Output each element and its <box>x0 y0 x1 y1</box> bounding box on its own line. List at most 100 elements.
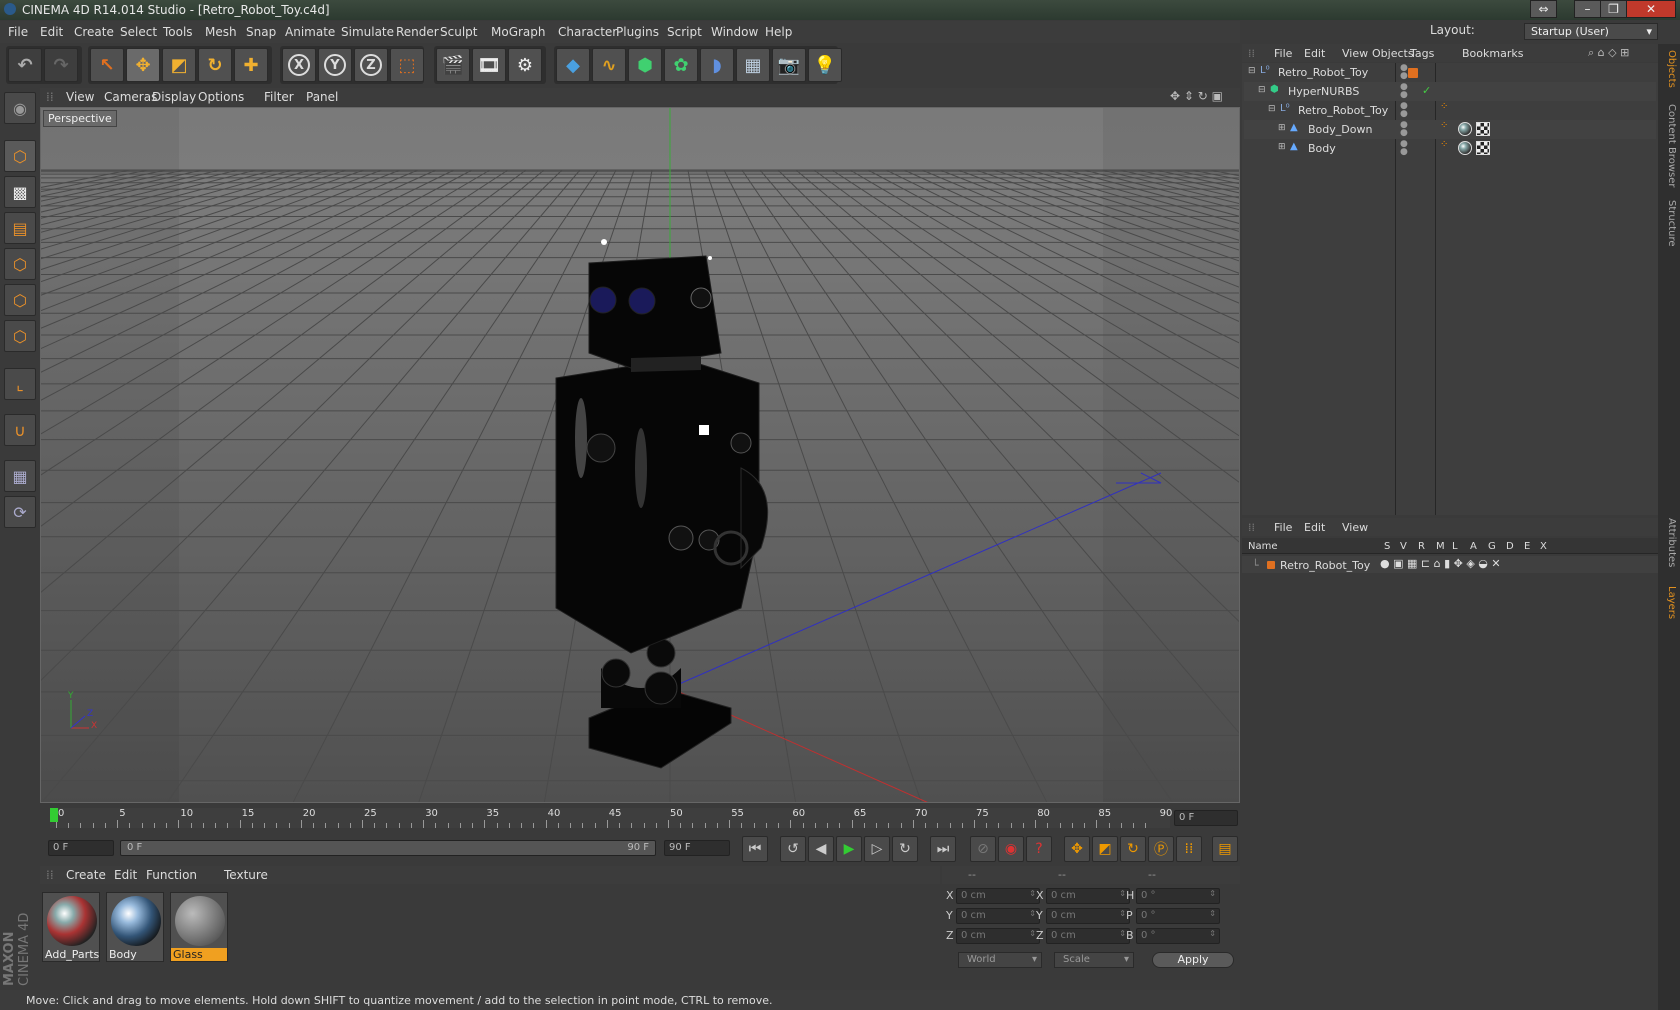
coord-field[interactable]: 0 cm ⇕ <box>1046 908 1130 924</box>
object-menu-objects[interactable]: Objects <box>1372 47 1414 60</box>
menu-snap[interactable]: Snap <box>246 25 276 39</box>
viewport-nav-icons[interactable]: ✥ ⇕ ↻ ▣ <box>1170 89 1223 103</box>
redo-icon[interactable]: ↷ <box>44 48 78 82</box>
layer-menu-edit[interactable]: Edit <box>1304 521 1325 534</box>
texture-tag-icon[interactable] <box>1476 141 1490 155</box>
object-row[interactable]: ⊟ L⁰ Retro_Robot_Toy ● ● ⁘ <box>1244 101 1656 120</box>
coord-field[interactable]: 0 cm ⇕ <box>1046 888 1130 904</box>
cube-icon[interactable]: ◆ <box>556 48 590 82</box>
layer-column-header[interactable]: G <box>1488 541 1496 552</box>
object-row[interactable]: ⊟ L⁰ Retro_Robot_Toy ● ● <box>1244 63 1656 82</box>
texture-tag-icon[interactable] <box>1476 122 1490 136</box>
edges-mode-icon[interactable]: ⬡ <box>4 284 36 316</box>
coord-field[interactable]: 0 ° ⇕ <box>1136 908 1220 924</box>
timeline-window-icon[interactable]: ▤ <box>1212 836 1238 862</box>
menu-mesh[interactable]: Mesh <box>205 25 237 39</box>
stepper-icon[interactable]: ⇕ <box>1029 909 1036 918</box>
material-menu-texture[interactable]: Texture <box>224 868 268 882</box>
viewport-menu-cameras[interactable]: Cameras <box>104 90 157 104</box>
layer-column-header[interactable]: V <box>1400 541 1407 552</box>
viewport-menu-filter[interactable]: Filter <box>264 90 294 104</box>
layer-column-header[interactable]: E <box>1524 541 1530 552</box>
axis-mode-icon[interactable]: ⌞ <box>4 368 36 400</box>
play-icon[interactable]: ▶ <box>836 836 862 862</box>
stepper-icon[interactable]: ⇕ <box>1029 929 1036 938</box>
quantize-icon[interactable]: ⟳ <box>4 496 36 528</box>
layout-select[interactable]: Startup (User) ▾ <box>1524 23 1658 40</box>
restore-button[interactable]: ❐ <box>1600 0 1627 18</box>
object-menu-view[interactable]: View <box>1342 47 1368 60</box>
stepper-icon[interactable]: ⇕ <box>1119 929 1126 938</box>
previous-frame-icon[interactable]: ◀ <box>808 836 834 862</box>
scale-select[interactable]: Scale ▾ <box>1054 952 1134 968</box>
key-rotation-icon[interactable]: ↻ <box>1120 836 1146 862</box>
render-view-icon[interactable]: 🎬 <box>436 48 470 82</box>
model-mode-icon[interactable]: ⬡ <box>4 140 36 172</box>
stepper-icon[interactable]: ⇕ <box>1209 929 1216 938</box>
deformer-icon[interactable]: ◗ <box>700 48 734 82</box>
tab-structure[interactable]: Structure <box>1661 200 1677 247</box>
menu-help[interactable]: Help <box>765 25 792 39</box>
menu-script[interactable]: Script <box>667 25 702 39</box>
object-row[interactable]: ⊞ ▲ Body ● ● ⁘ <box>1244 139 1656 158</box>
menu-window[interactable]: Window <box>711 25 758 39</box>
expand-icon[interactable]: ⊞ <box>1278 123 1286 133</box>
snap-magnet-icon[interactable]: ∪ <box>4 414 36 446</box>
close-button[interactable]: ✕ <box>1626 0 1676 18</box>
material-menu-edit[interactable]: Edit <box>114 868 137 882</box>
add-tool-icon[interactable]: ✚ <box>234 48 268 82</box>
coord-field[interactable]: 0 ° ⇕ <box>1136 928 1220 944</box>
coord-field[interactable]: 0 cm ⇕ <box>1046 928 1130 944</box>
start-frame-field[interactable]: 0 F <box>48 840 114 856</box>
move-tool-icon[interactable]: ✥ <box>126 48 160 82</box>
expand-icon[interactable]: ⊟ <box>1258 85 1266 95</box>
menu-select[interactable]: Select <box>120 25 157 39</box>
layer-column-header[interactable]: D <box>1506 541 1514 552</box>
select-tool-icon[interactable]: ↖ <box>90 48 124 82</box>
layer-flag-icons[interactable]: ● ▣ ▦ ⊏ ⌂ ▮ ✥ ◈ ◒ ✕ <box>1380 557 1501 570</box>
camera-icon[interactable]: 📷 <box>772 48 806 82</box>
key-scale-icon[interactable]: ◩ <box>1092 836 1118 862</box>
x-axis-button[interactable]: X <box>282 48 316 82</box>
timeline-ruler[interactable]: 0 5 10 15 20 25 30 35 40 45 50 55 60 65 70 75 80 85 90 <box>50 808 1172 828</box>
layer-column-header[interactable]: R <box>1418 541 1425 552</box>
playhead[interactable] <box>50 808 58 822</box>
material-swatch[interactable]: Glass <box>170 892 228 962</box>
visibility-dots-icon[interactable]: ● ● <box>1400 83 1408 100</box>
menu-file[interactable]: File <box>8 25 28 39</box>
menu-sculpt[interactable]: Sculpt <box>440 25 477 39</box>
material-swatch[interactable]: Add_Parts <box>42 892 100 962</box>
object-row[interactable]: ⊞ ▲ Body_Down ● ● ⁘ <box>1244 120 1656 139</box>
key-position-icon[interactable]: ✥ <box>1064 836 1090 862</box>
spline-pen-icon[interactable]: ∿ <box>592 48 626 82</box>
stepper-icon[interactable]: ⇕ <box>1119 909 1126 918</box>
stepper-icon[interactable]: ⇕ <box>1029 889 1036 898</box>
previous-key-icon[interactable]: ↺ <box>780 836 806 862</box>
menu-simulate[interactable]: Simulate <box>341 25 394 39</box>
viewport[interactable]: Y X Z Perspective <box>40 107 1240 803</box>
tab-content-browser[interactable]: Content Browser <box>1661 104 1677 187</box>
stepper-icon[interactable]: ⇕ <box>1209 889 1216 898</box>
layer-menu-file[interactable]: File <box>1274 521 1292 534</box>
stepper-icon[interactable]: ⇕ <box>1119 889 1126 898</box>
coord-field[interactable]: 0 cm ⇕ <box>956 908 1040 924</box>
viewport-menu-view[interactable]: View <box>66 90 94 104</box>
minimize-button[interactable]: – <box>1574 0 1601 18</box>
viewport-menu-panel[interactable]: Panel <box>306 90 338 104</box>
layer-row[interactable]: └ Retro_Robot_Toy ● ▣ ▦ ⊏ ⌂ ▮ ✥ ◈ ◒ ✕ <box>1242 556 1658 573</box>
layer-column-header[interactable]: M <box>1436 541 1445 552</box>
material-tag-icon[interactable] <box>1458 122 1472 136</box>
coordinate-system-icon[interactable]: ⬚ <box>390 48 424 82</box>
current-frame-field[interactable]: 0 F <box>1174 810 1238 826</box>
render-settings-icon[interactable]: ⚙ <box>508 48 542 82</box>
menu-animate[interactable]: Animate <box>285 25 335 39</box>
material-tag-icon[interactable] <box>1458 141 1472 155</box>
autokey-icon[interactable]: ◉ <box>998 836 1024 862</box>
layer-column-header[interactable]: A <box>1470 541 1477 552</box>
viewport-menu-options[interactable]: Options <box>198 90 244 104</box>
texture-mode-icon[interactable]: ▩ <box>4 176 36 208</box>
z-axis-button[interactable]: Z <box>354 48 388 82</box>
object-menu-edit[interactable]: Edit <box>1304 47 1325 60</box>
visibility-dots-icon[interactable]: ● ● <box>1400 102 1408 119</box>
goto-end-icon[interactable]: ⏭ <box>930 836 956 862</box>
